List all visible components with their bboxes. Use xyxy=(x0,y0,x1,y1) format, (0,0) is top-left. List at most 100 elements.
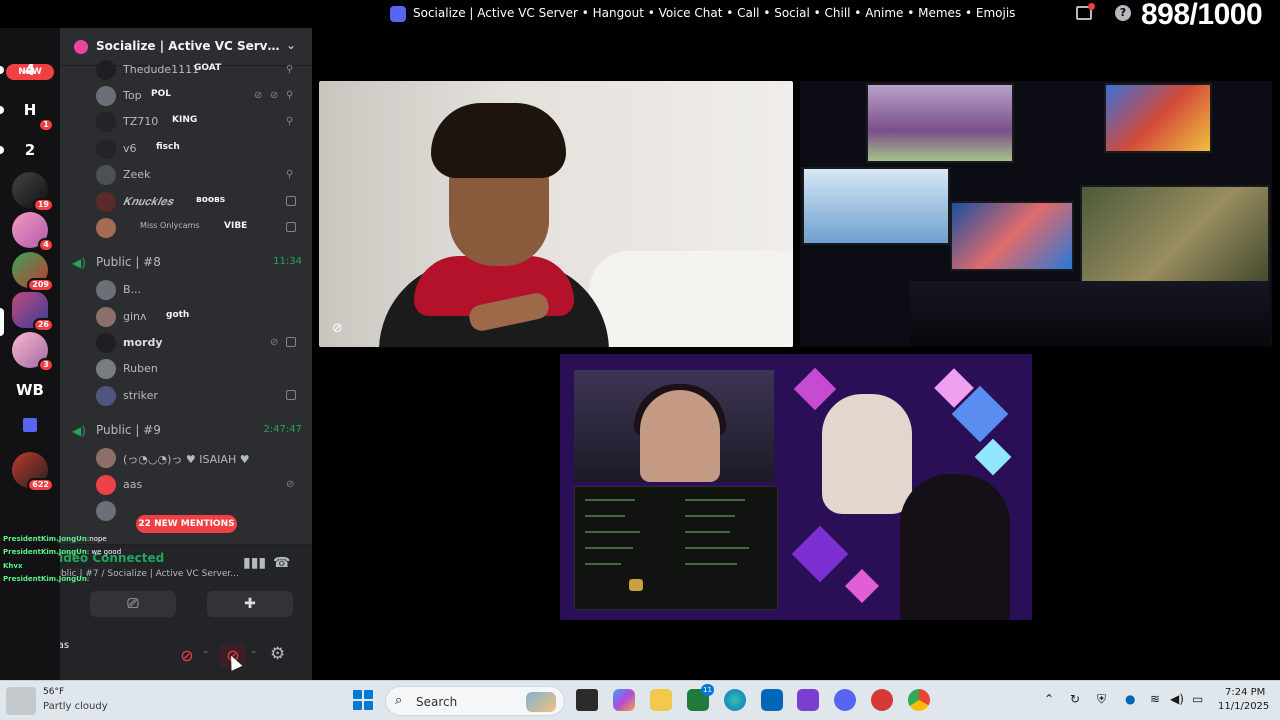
server-icon-2[interactable]: 2 xyxy=(12,132,48,168)
microphone-icon[interactable]: ● xyxy=(1125,692,1135,706)
taskbar-search[interactable]: ⌕ Search xyxy=(385,686,565,716)
voice-member[interactable]: Top POL ⊘ ⊘ ⚲ xyxy=(96,84,306,108)
voice-member[interactable]: Miss Onlycams VIBE xyxy=(96,216,306,240)
terminal-line xyxy=(585,563,621,565)
server-label: 4 xyxy=(24,61,36,79)
server-icon-h[interactable]: H 1 xyxy=(12,92,54,132)
app-icon[interactable] xyxy=(797,689,819,711)
monitor-screen xyxy=(802,167,950,245)
windows-start-button[interactable] xyxy=(353,690,373,710)
screen-share-button[interactable]: ⎚ xyxy=(90,591,176,617)
video-tile-screens[interactable] xyxy=(800,81,1272,347)
monitor-screen xyxy=(866,83,1014,163)
voice-member[interactable]: TZ710 KING ⚲ xyxy=(96,110,306,134)
voice-member[interactable]: 𝑲𝒏𝒖𝒄𝒌𝒍𝒆𝒔 ʙᴏᴏʙs xyxy=(96,190,306,214)
voice-channel-public-9[interactable]: ◀) Public | #9 2:47:47 xyxy=(72,420,302,442)
voice-member[interactable]: mordy ⊘ xyxy=(96,331,306,355)
weather-description[interactable]: Partly cloudy xyxy=(43,701,108,712)
voice-member[interactable]: Zeek ⚲ xyxy=(96,163,306,187)
discord-icon[interactable] xyxy=(834,689,856,711)
cube-decor xyxy=(791,525,849,583)
inbox-icon[interactable] xyxy=(1076,3,1095,20)
voice-member[interactable]: Thedude1111 GOAT ⚲ xyxy=(96,58,306,82)
voice-channel-path[interactable]: Public | #7 / Socialize | Active VC Serv… xyxy=(60,569,239,579)
mention-badge: 3 xyxy=(38,358,54,372)
server-icon[interactable]: 3 xyxy=(12,332,54,372)
role-tag: POL xyxy=(151,89,171,99)
muted-mic-icon: ⊘ xyxy=(332,321,343,336)
server-label: H xyxy=(23,101,37,119)
clock-time[interactable]: 7:24 PM xyxy=(1225,687,1265,698)
avatar xyxy=(96,386,116,406)
server-boost-icon xyxy=(74,40,88,54)
signal-icon[interactable]: ▮▮▮ xyxy=(243,555,266,571)
folder-icon[interactable] xyxy=(23,418,37,432)
channel-name: Public | #8 xyxy=(96,255,161,269)
role-tag: goth xyxy=(166,310,190,320)
weather-temperature[interactable]: 56°F xyxy=(43,687,64,697)
excel-icon[interactable]: 11 xyxy=(687,684,714,711)
avatar xyxy=(96,307,116,327)
sync-icon[interactable]: ↻ xyxy=(1070,692,1080,706)
activities-button[interactable]: ✚ xyxy=(207,591,293,617)
wifi-icon[interactable]: ≋ xyxy=(1150,692,1160,706)
server-icon-4[interactable]: 4 xyxy=(12,52,48,88)
gear-icon[interactable]: ⚙ xyxy=(270,644,285,664)
copilot-icon[interactable] xyxy=(613,689,635,711)
voice-member[interactable]: striker xyxy=(96,384,306,408)
security-icon[interactable]: ⛨ xyxy=(1097,692,1106,707)
avatar xyxy=(96,112,116,132)
member-name: B... xyxy=(123,283,142,296)
disconnect-icon[interactable]: ☎ xyxy=(273,555,290,571)
volume-icon[interactable]: ◀) xyxy=(1170,692,1184,706)
video-stage: ⊘ xyxy=(312,28,1280,680)
channel-timer: 11:34 xyxy=(273,256,302,267)
voice-member[interactable]: Ruben xyxy=(96,357,306,381)
server-icon-socialize[interactable]: 26 xyxy=(12,292,54,332)
member-name: Ruben xyxy=(123,362,158,375)
terminal-line xyxy=(585,499,635,501)
chevron-down-icon[interactable]: ⌄ xyxy=(202,646,210,656)
member-name: 𝑲𝒏𝒖𝒄𝒌𝒍𝒆𝒔 xyxy=(123,195,173,208)
server-icon[interactable]: 19 xyxy=(12,172,54,212)
terminal-line xyxy=(685,563,737,565)
monitor-screen xyxy=(1104,83,1212,153)
terminal-line xyxy=(685,499,745,501)
battery-icon[interactable]: ▭ xyxy=(1192,692,1203,706)
unread-indicator xyxy=(0,106,4,114)
voice-member[interactable]: ginʌ goth xyxy=(96,305,306,329)
obs-icon[interactable] xyxy=(871,689,893,711)
video-tile-vtuber[interactable] xyxy=(560,354,1032,620)
clock-date[interactable]: 11/1/2025 xyxy=(1218,701,1269,712)
voice-member[interactable]: (っ◔◡◔)っ ♥ ISAIAH ♥ xyxy=(96,446,306,470)
new-mentions-pill[interactable]: 22 NEW MENTIONS xyxy=(136,515,237,533)
store-icon[interactable] xyxy=(761,689,783,711)
server-icon[interactable]: 209 xyxy=(12,252,54,292)
camera-icon xyxy=(286,337,296,347)
chrome-icon[interactable] xyxy=(908,689,930,711)
video-tile-camera[interactable]: ⊘ xyxy=(319,81,793,347)
username[interactable]: Das xyxy=(60,640,69,651)
person xyxy=(640,390,720,482)
voice-channel-public-8[interactable]: ◀) Public | #8 11:34 xyxy=(72,252,302,274)
voice-member[interactable]: B... xyxy=(96,278,306,302)
unread-indicator xyxy=(0,146,4,154)
taskbar: 56°F Partly cloudy ⌕ Search 11 ⌃ ↻ ⛨ ● ≋… xyxy=(0,680,1280,720)
server-icon[interactable]: 4 xyxy=(12,212,54,252)
avatar xyxy=(96,475,116,495)
task-view-icon[interactable] xyxy=(576,689,598,711)
mute-mic-button[interactable]: ⊘ xyxy=(174,644,200,668)
voice-member[interactable]: v6 fisch xyxy=(96,137,306,161)
voice-member[interactable]: aas ⊘ xyxy=(96,473,306,497)
server-icon-wb[interactable]: WB xyxy=(12,372,48,408)
chevron-up-icon[interactable]: ⌃ xyxy=(1044,692,1054,706)
chevron-down-icon[interactable]: ⌄ xyxy=(250,646,258,656)
member-name: Miss Onlycams xyxy=(140,221,200,230)
edge-icon[interactable] xyxy=(724,689,746,711)
avatar xyxy=(96,448,116,468)
terminal-window xyxy=(574,486,778,610)
help-icon[interactable]: ? xyxy=(1115,5,1131,21)
server-icon[interactable]: 622 xyxy=(12,452,54,492)
avatar xyxy=(96,192,116,212)
file-explorer-icon[interactable] xyxy=(650,689,672,711)
